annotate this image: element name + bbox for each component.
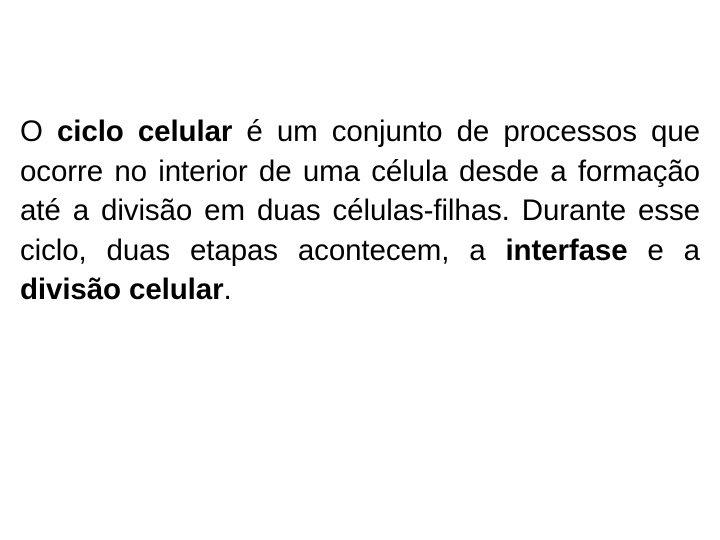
text-word: de: [456, 115, 490, 148]
text-word: ciclo,: [20, 233, 87, 267]
text-word: que: [651, 115, 700, 148]
text-word: em: [204, 194, 245, 227]
emphasis-word: celular: [137, 115, 233, 148]
text-word: a: [550, 154, 567, 188]
text-word: de: [258, 154, 292, 188]
text-word: ocorre: [20, 154, 104, 188]
text-word: duas: [256, 194, 321, 227]
text-line: divisão celular.: [20, 270, 700, 310]
text-word: Durante: [521, 194, 626, 227]
body-paragraph: Ociclo celular é um conjunto de processos que oc…: [20, 112, 700, 310]
text-word: a: [72, 194, 90, 227]
text-word: a: [683, 233, 700, 267]
text-line: ciclo, duas etapas acontecem, a interfase e a: [20, 231, 700, 271]
text-word: até: [20, 194, 61, 227]
text-line: ocorre no interior de uma célula desde a formaçã…: [20, 152, 700, 192]
text-line: Ociclo celular é um conjunto de processos que: [20, 112, 700, 152]
text-word: desde: [459, 154, 539, 188]
emphasis-word: divisão celular: [20, 273, 224, 306]
text-word: célula: [371, 154, 448, 188]
text-word: células-filhas.: [332, 194, 510, 227]
text-word: no: [114, 154, 147, 188]
text-word: processos: [503, 115, 637, 148]
text-word: esse: [638, 194, 700, 227]
text-word: .: [223, 273, 232, 306]
text-word: divisão: [101, 194, 193, 227]
text-word: acontecem,: [297, 233, 450, 267]
text-word: formação: [577, 154, 700, 188]
text-word: duas: [106, 233, 171, 267]
text-word: a: [469, 233, 486, 267]
text-word: conjunto: [331, 115, 443, 148]
text-word: um: [276, 115, 318, 148]
slide-canvas: Ociclo celular é um conjunto de processos que oc…: [0, 0, 720, 540]
text-word: e: [647, 233, 664, 267]
text-line: até a divisão em duas células-filhas. Durante e…: [20, 191, 700, 231]
emphasis-word: ciclo: [56, 115, 124, 148]
text-word: é: [246, 115, 263, 148]
text-word: O: [20, 115, 43, 148]
text-word: interior: [158, 154, 248, 188]
emphasis-word: interfase: [505, 233, 628, 267]
text-word: uma: [302, 154, 360, 188]
text-word: etapas: [189, 233, 278, 267]
